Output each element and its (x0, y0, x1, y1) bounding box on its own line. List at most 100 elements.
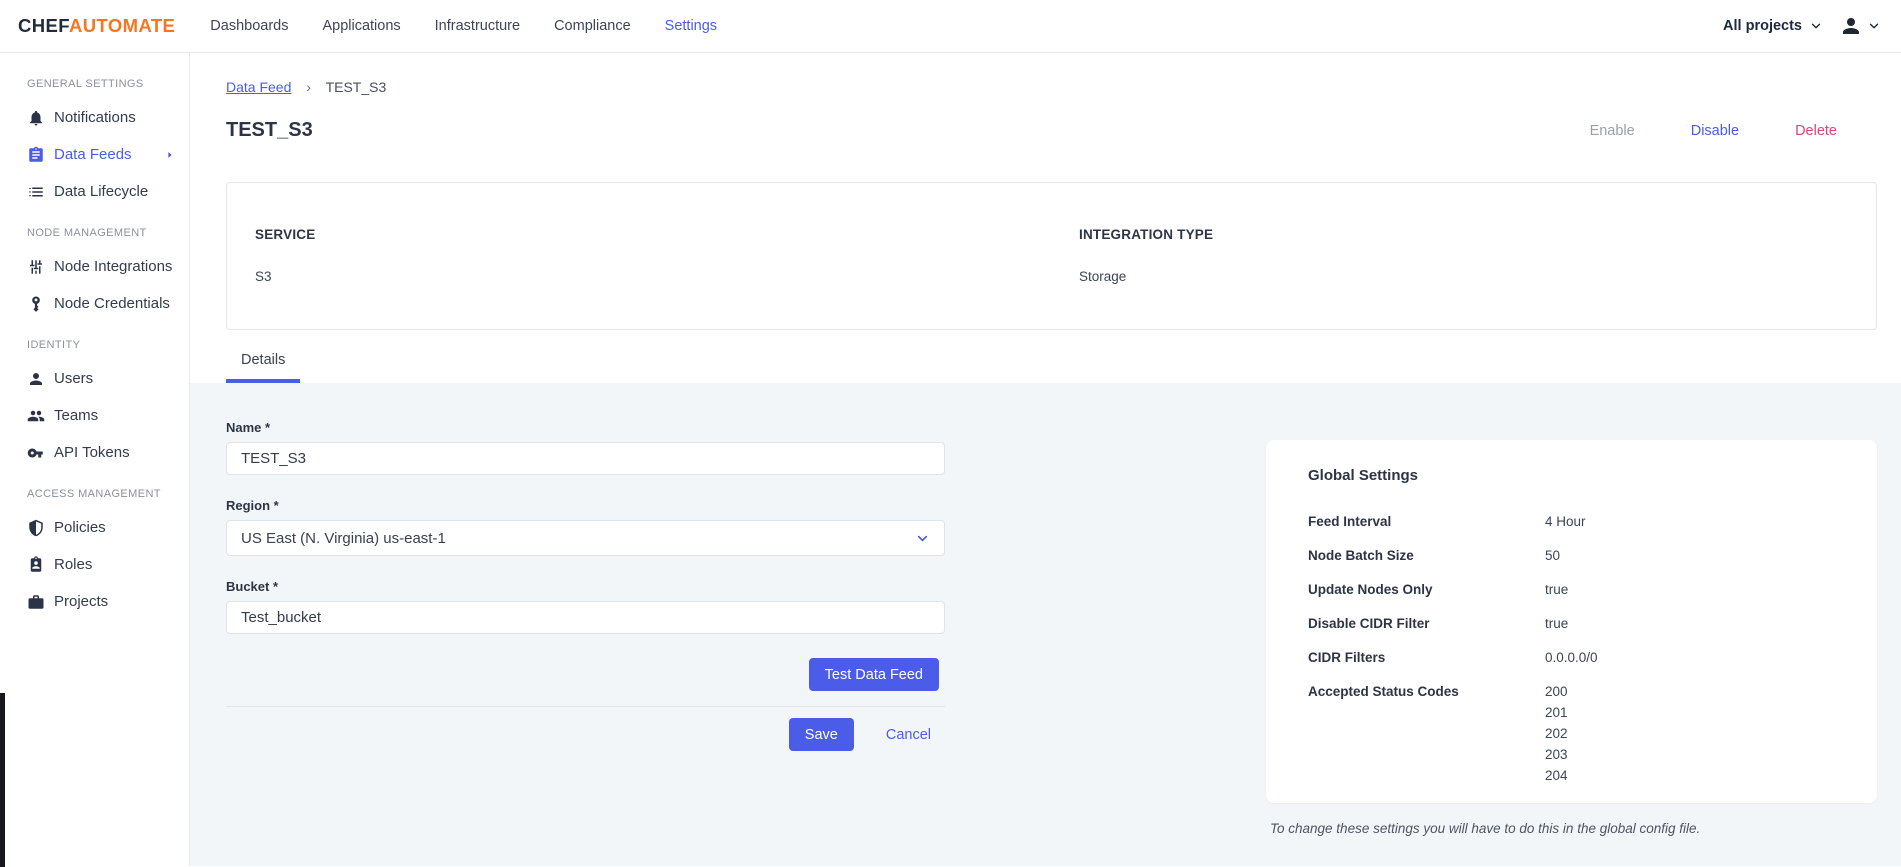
bell-icon (30, 110, 42, 125)
update-nodes-only-value: true (1545, 582, 1569, 597)
key-icon (32, 295, 40, 312)
sidebar-item-label: Data Lifecycle (54, 183, 149, 200)
sidebar-item-api-tokens[interactable]: API Tokens (0, 434, 189, 471)
bucket-input[interactable] (226, 601, 945, 634)
top-navbar: CHEFAUTOMATE Dashboards Applications Inf… (0, 0, 1901, 53)
nav-applications[interactable]: Applications (305, 0, 417, 53)
sidebar-section-identity: IDENTITY (27, 339, 81, 351)
tab-details[interactable]: Details (226, 342, 301, 383)
sidebar-item-label: Data Feeds (54, 146, 132, 163)
settings-sidebar: GENERAL SETTINGS Notifications Data Feed… (0, 53, 190, 866)
logo-chef: CHEF (18, 15, 69, 36)
cidr-filters-label: CIDR Filters (1308, 650, 1386, 665)
sidebar-item-label: Policies (54, 519, 106, 536)
sidebar-item-label: Notifications (54, 109, 136, 126)
briefcase-icon (28, 594, 44, 609)
nav-infrastructure[interactable]: Infrastructure (418, 0, 537, 53)
chevron-down-icon (1869, 23, 1879, 29)
node-batch-size-label: Node Batch Size (1308, 548, 1414, 563)
global-setting-row: Accepted Status Codes 200 201 202 203 20… (1308, 681, 1835, 786)
update-nodes-only-label: Update Nodes Only (1308, 582, 1433, 597)
nav-compliance[interactable]: Compliance (537, 0, 648, 53)
delete-button[interactable]: Delete (1795, 123, 1837, 139)
left-edge-scrollbar[interactable] (0, 693, 5, 867)
nav-settings[interactable]: Settings (648, 0, 734, 53)
integration-type-label: INTEGRATION TYPE (1079, 227, 1214, 242)
region-selected-value: US East (N. Virginia) us-east-1 (241, 529, 446, 547)
sidebar-item-label: Node Integrations (54, 258, 173, 275)
accepted-status-codes-label: Accepted Status Codes (1308, 684, 1459, 699)
chevron-down-icon (917, 535, 928, 541)
save-button[interactable]: Save (788, 718, 854, 751)
node-batch-size-value: 50 (1545, 548, 1561, 563)
sidebar-item-teams[interactable]: Teams (0, 397, 189, 434)
sidebar-item-notifications[interactable]: Notifications (0, 99, 189, 136)
app-window: CHEFAUTOMATE Dashboards Applications Inf… (0, 0, 1901, 867)
name-label: Name * (226, 420, 271, 435)
accepted-status-codes-values: 200 201 202 203 204 (1545, 681, 1568, 786)
global-settings-card: Global Settings Feed Interval 4 Hour Nod… (1266, 440, 1877, 803)
integration-type-value: Storage (1079, 269, 1127, 284)
sidebar-item-node-integrations[interactable]: Node Integrations (0, 248, 189, 285)
clipboard-icon (29, 146, 43, 162)
disable-button[interactable]: Disable (1691, 123, 1739, 139)
data-feed-form: Name * Region * US East (N. Virginia) us… (226, 420, 945, 751)
test-data-feed-button[interactable]: Test Data Feed (808, 658, 939, 691)
status-code: 203 (1545, 747, 1568, 762)
integration-type-column: INTEGRATION TYPE Storage (1079, 227, 1213, 284)
sidebar-item-node-credentials[interactable]: Node Credentials (0, 285, 189, 322)
logo-automate: AUTOMATE (68, 15, 176, 36)
sidebar-section-access-management: ACCESS MANAGEMENT (27, 488, 161, 500)
sidebar-item-projects[interactable]: Projects (0, 583, 189, 620)
feed-actions: Enable Disable Delete (1590, 123, 1837, 139)
chevron-down-icon (1811, 23, 1821, 29)
cancel-button[interactable]: Cancel (886, 727, 931, 743)
sidebar-section-node-management: NODE MANAGEMENT (27, 227, 147, 239)
sidebar-item-users[interactable]: Users (0, 360, 189, 397)
topnav-right: All projects (1723, 14, 1881, 38)
nav-dashboards[interactable]: Dashboards (193, 0, 305, 53)
sidebar-item-label: Projects (54, 593, 109, 610)
projects-filter-dropdown[interactable]: All projects (1723, 18, 1823, 34)
global-setting-row: CIDR Filters 0.0.0.0/0 (1308, 647, 1835, 668)
status-code: 200 (1545, 684, 1568, 699)
disable-cidr-filter-label: Disable CIDR Filter (1308, 616, 1430, 631)
sidebar-item-label: Roles (54, 556, 93, 573)
user-menu[interactable] (1839, 14, 1881, 38)
badge-icon (30, 555, 42, 572)
name-input[interactable] (226, 442, 945, 475)
chevron-right-icon (168, 151, 172, 158)
status-code: 204 (1545, 768, 1568, 783)
sidebar-item-data-lifecycle[interactable]: Data Lifecycle (0, 173, 189, 210)
sidebar-item-roles[interactable]: Roles (0, 546, 189, 583)
sidebar-item-data-feeds[interactable]: Data Feeds (0, 136, 189, 173)
global-settings-footnote: To change these settings you will have t… (1270, 821, 1701, 836)
details-panel: Name * Region * US East (N. Virginia) us… (190, 383, 1901, 866)
main-content: Data Feed › TEST_S3 TEST_S3 Enable Disab… (190, 53, 1901, 866)
sidebar-item-label: Node Credentials (54, 295, 170, 312)
service-value: S3 (255, 269, 272, 284)
service-column: SERVICE S3 (255, 227, 1876, 284)
sidebar-item-label: API Tokens (54, 444, 130, 461)
sidebar-item-policies[interactable]: Policies (0, 509, 189, 546)
cidr-filters-value: 0.0.0.0/0 (1545, 650, 1598, 665)
global-setting-row: Node Batch Size 50 (1308, 545, 1835, 566)
breadcrumb-separator: › (306, 79, 311, 95)
breadcrumb: Data Feed › TEST_S3 (226, 79, 1877, 95)
global-settings-title: Global Settings (1308, 467, 1419, 484)
page-title: TEST_S3 (226, 119, 313, 141)
form-divider (226, 706, 945, 707)
list-icon (29, 187, 43, 196)
region-select[interactable]: US East (N. Virginia) us-east-1 (226, 520, 945, 556)
tune-icon (30, 259, 42, 274)
service-label: SERVICE (255, 227, 316, 242)
feed-interval-value: 4 Hour (1545, 514, 1586, 529)
enable-button[interactable]: Enable (1590, 123, 1635, 139)
status-code: 202 (1545, 726, 1568, 741)
breadcrumb-current: TEST_S3 (325, 79, 387, 95)
feed-interval-label: Feed Interval (1308, 514, 1392, 529)
breadcrumb-data-feed-link[interactable]: Data Feed (226, 79, 291, 95)
shield-icon (29, 519, 43, 536)
chef-automate-logo: CHEFAUTOMATE (18, 15, 175, 37)
global-setting-row: Update Nodes Only true (1308, 579, 1835, 600)
